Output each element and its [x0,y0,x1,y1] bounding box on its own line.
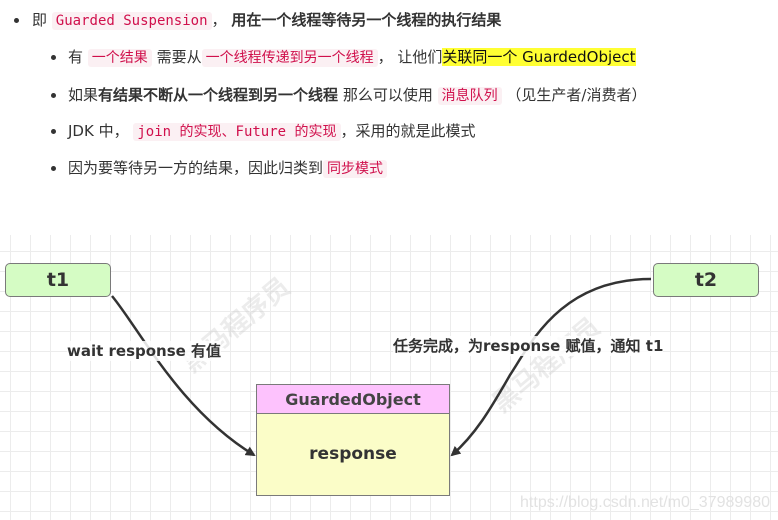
notify-edge-label: 任务完成，为response 赋值，通知 t1 [393,336,664,356]
text: ，采用的就是此模式 [340,122,476,140]
inline-code: 一个线程传递到另一个线程 [201,49,378,67]
highlighted-text: 关联同一个 GuardedObject [442,48,636,66]
bullet-dot [14,18,19,23]
text: 有 [68,48,84,66]
thread-t2-node: t2 [653,263,759,297]
bullet-dot [51,129,56,134]
inline-code: 一个结果 [87,49,152,67]
text: 即 [32,11,48,29]
bullet-dot [51,93,56,98]
wait-edge-label: wait response 有值 [67,341,222,361]
bullet-dot [51,166,56,171]
inline-code: Guarded Suspension [51,12,212,30]
inline-code: join 的实现、Future 的实现 [133,123,341,141]
list-item: 有 一个结果 需要从 一个线程传递到另一个线程， 让他们关联同一个 Guarded… [51,46,636,69]
bold-text: 有结果不断从一个线程到另一个线程 [98,86,339,104]
text: ， 让他们 [377,48,443,66]
thread-t1-node: t1 [5,263,111,297]
inline-code: 消息队列 [437,87,502,105]
list-item: 如果有结果不断从一个线程到另一个线程 那么可以使用 消息队列 （见生产者/消费者… [51,84,647,107]
bullet-dot [51,55,56,60]
text: 需要从 [156,48,202,66]
notify-arrow [450,277,652,457]
list-item: JDK 中， join 的实现、Future 的实现 ，采用的就是此模式 [51,120,476,143]
guarded-object-title: GuardedObject [257,385,449,414]
bold-text: 用在一个线程等待另一个线程的执行结果 [231,11,502,29]
wait-arrow [111,295,256,457]
inline-code: 同步模式 [323,160,388,178]
text: 那么可以使用 [342,86,433,104]
guarded-object-field: response [309,444,397,464]
text: ， [211,11,227,29]
list-item-main: 即 Guarded Suspension， 用在一个线程等待另一个线程的执行结果 [14,9,502,32]
guarded-suspension-diagram: 黑马程序员 黑马程序员 t1 t2 wait response 有值 任务完成，… [0,235,778,520]
text: 因为要等待另一方的结果，因此归类到 [68,159,324,177]
list-item: 因为要等待另一方的结果，因此归类到 同步模式 [51,157,388,180]
text: JDK 中， [68,122,129,140]
text: （见生产者/消费者） [506,86,647,104]
csdn-watermark: https://blog.csdn.net/m0_37989980 [520,494,770,511]
guarded-object-node: GuardedObject response [256,384,450,496]
text: 如果 [68,86,99,104]
